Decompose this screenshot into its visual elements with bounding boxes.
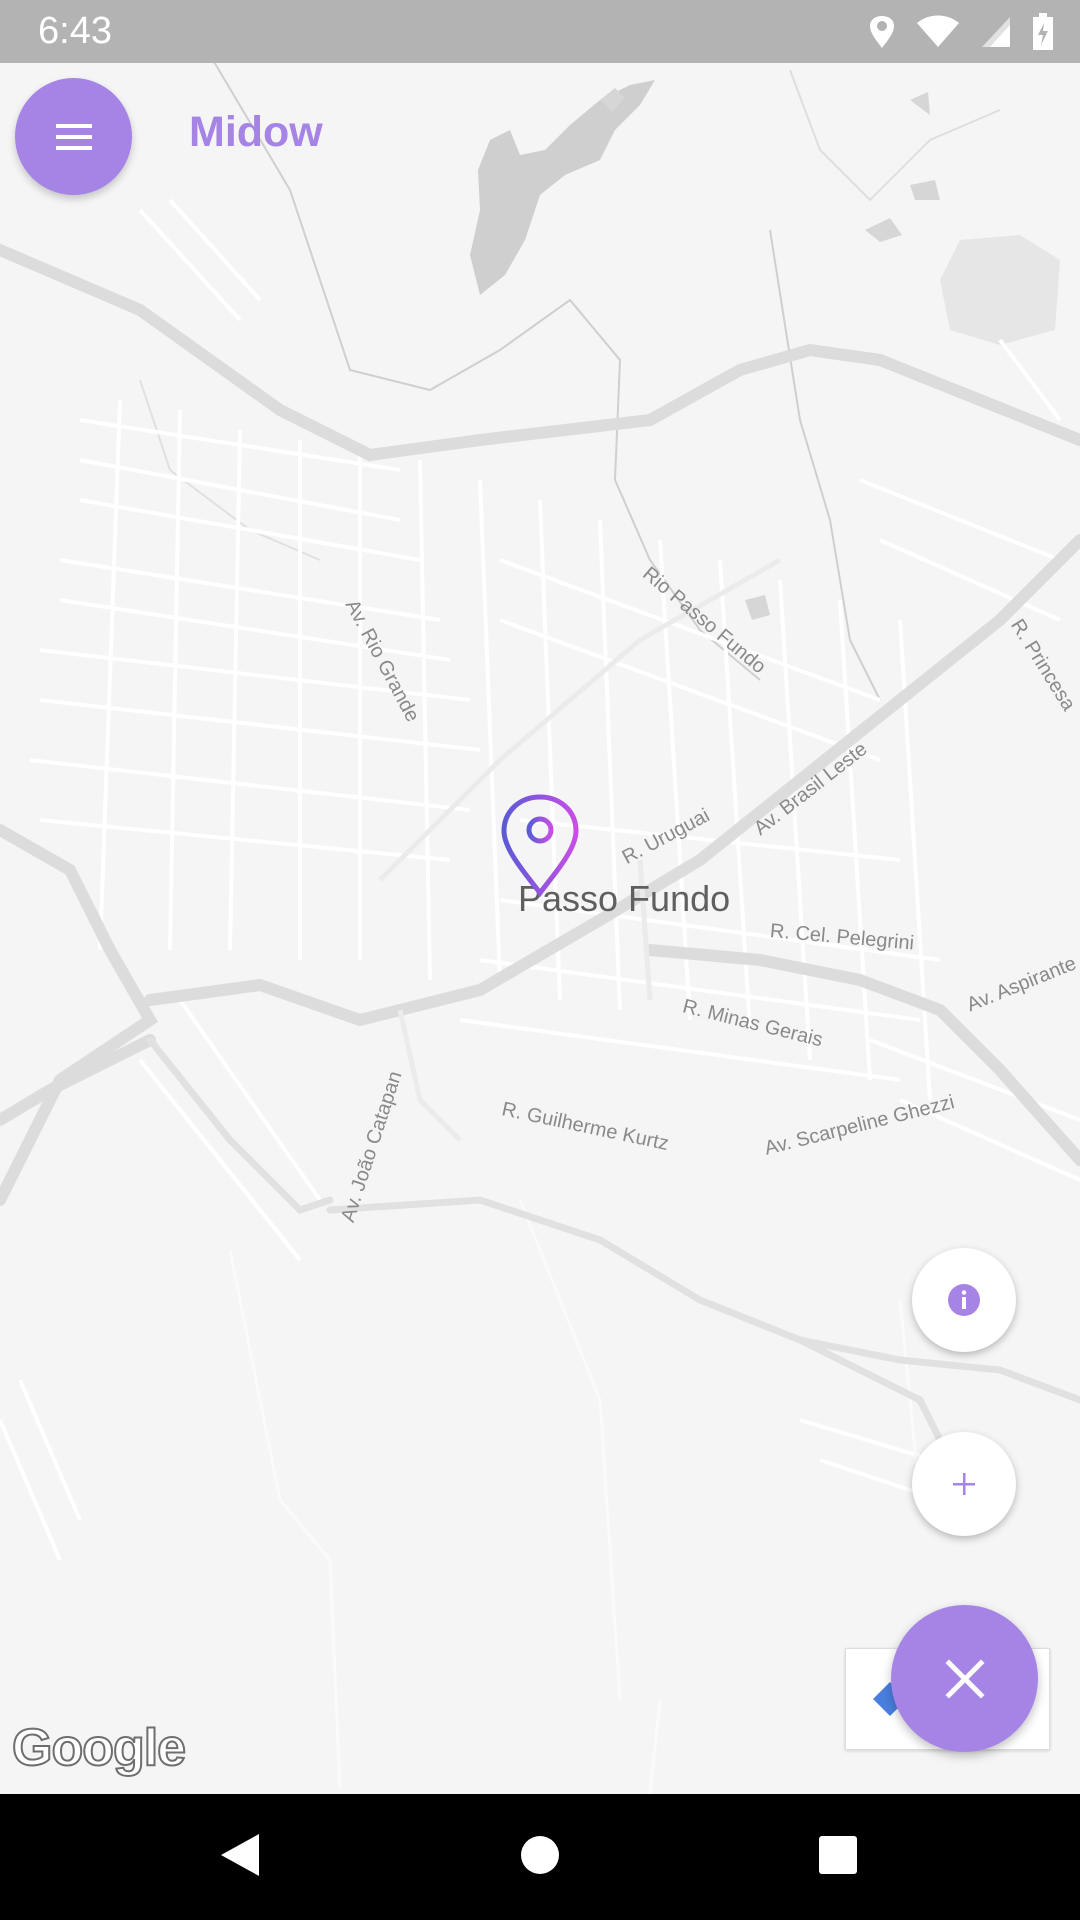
google-attribution-logo: Google — [11, 1718, 187, 1778]
status-time: 6:43 — [38, 10, 112, 52]
menu-button[interactable] — [15, 78, 132, 195]
close-button[interactable] — [891, 1605, 1038, 1752]
recents-button[interactable] — [803, 1820, 873, 1890]
battery-icon — [1033, 13, 1053, 50]
app-title: Midow — [189, 108, 323, 156]
status-bar: 6:43 — [0, 0, 1080, 63]
close-icon — [944, 1658, 985, 1699]
location-icon — [870, 16, 894, 48]
back-icon — [221, 1834, 259, 1876]
location-pin-icon[interactable] — [500, 793, 580, 897]
info-button[interactable] — [912, 1248, 1016, 1352]
hamburger-menu-icon — [55, 123, 92, 150]
app-screen: Av. Rio Grande Rio Passo Fundo R. Prince… — [0, 0, 1080, 1920]
back-button[interactable] — [205, 1820, 275, 1890]
wifi-icon — [917, 15, 959, 47]
map-view[interactable]: Av. Rio Grande Rio Passo Fundo R. Prince… — [0, 0, 1080, 1794]
plus-icon — [953, 1473, 975, 1495]
signal-icon — [982, 17, 1010, 47]
system-nav-bar — [0, 1794, 1080, 1920]
info-icon — [948, 1284, 980, 1316]
home-button[interactable] — [505, 1820, 575, 1890]
recents-icon — [819, 1836, 857, 1874]
add-button[interactable] — [912, 1432, 1016, 1536]
status-icons — [868, 12, 1054, 52]
home-icon — [521, 1836, 559, 1874]
